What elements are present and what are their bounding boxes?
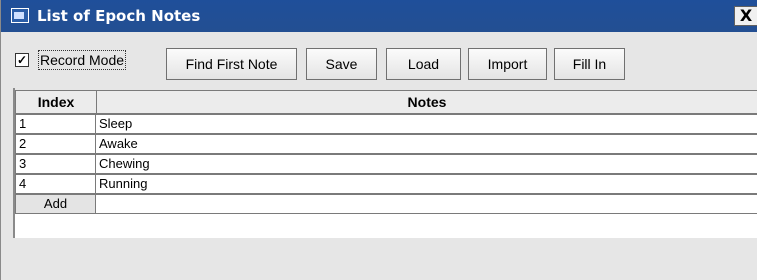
add-button[interactable]: Add xyxy=(15,194,96,214)
note-cell[interactable]: Sleep xyxy=(96,114,757,134)
window-icon xyxy=(11,8,29,23)
note-cell[interactable]: Running xyxy=(96,174,757,194)
notes-grid: Index Notes 1 Sleep 2 Awake 3 Chewing 4 … xyxy=(15,90,757,238)
find-first-note-button[interactable]: Find First Note xyxy=(166,48,297,80)
note-cell[interactable]: Awake xyxy=(96,134,757,154)
index-cell[interactable]: 3 xyxy=(15,154,96,174)
window-title: List of Epoch Notes xyxy=(37,7,201,25)
import-button[interactable]: Import xyxy=(468,48,547,80)
title-bar[interactable]: List of Epoch Notes X xyxy=(1,0,757,33)
toolbar: ✓ Record Mode Find First Note Save Load … xyxy=(1,32,757,82)
table-row[interactable]: 4 Running xyxy=(15,174,757,194)
checkbox-check-icon[interactable]: ✓ xyxy=(15,53,29,67)
epoch-notes-window: List of Epoch Notes X ✓ Record Mode Find… xyxy=(0,0,757,280)
index-cell[interactable]: 1 xyxy=(15,114,96,134)
load-button[interactable]: Load xyxy=(386,48,461,80)
save-button[interactable]: Save xyxy=(306,48,377,80)
index-cell[interactable]: 4 xyxy=(15,174,96,194)
add-row: Add xyxy=(15,194,757,214)
fill-in-button[interactable]: Fill In xyxy=(554,48,625,80)
record-mode-label[interactable]: Record Mode xyxy=(38,50,127,70)
index-column-header[interactable]: Index xyxy=(15,90,97,114)
new-note-cell[interactable] xyxy=(96,194,757,214)
table-row[interactable]: 2 Awake xyxy=(15,134,757,154)
notes-column-header[interactable]: Notes xyxy=(96,90,757,114)
close-button[interactable]: X xyxy=(734,6,757,26)
note-cell[interactable]: Chewing xyxy=(96,154,757,174)
table-row[interactable]: 1 Sleep xyxy=(15,114,757,134)
index-cell[interactable]: 2 xyxy=(15,134,96,154)
table-row[interactable]: 3 Chewing xyxy=(15,154,757,174)
